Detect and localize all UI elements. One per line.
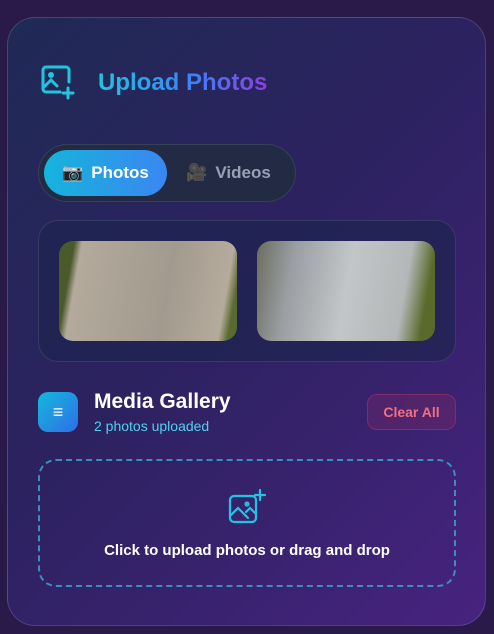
video-camera-icon: 🎥 — [186, 163, 208, 182]
clear-all-button[interactable]: Clear All — [367, 394, 456, 430]
media-tabs: 📷 Photos 🎥 Videos — [38, 144, 296, 202]
upload-card: Upload Photos 📷 Photos 🎥 Videos ≡ Media Ga… — [7, 17, 486, 626]
tab-videos[interactable]: 🎥 Videos — [167, 150, 290, 196]
photo-preview-area — [38, 220, 456, 362]
image-plus-icon — [41, 65, 75, 100]
photo-thumbnail[interactable] — [257, 241, 435, 341]
tab-photos[interactable]: 📷 Photos — [44, 150, 167, 196]
photo-thumbnail[interactable] — [59, 241, 237, 341]
header: Upload Photos — [40, 64, 267, 102]
camera-icon: 📷 — [62, 163, 84, 182]
dropzone-text: Click to upload photos or drag and drop — [104, 541, 390, 559]
upload-dropzone[interactable]: Click to upload photos or drag and drop — [38, 459, 456, 587]
image-plus-icon — [228, 488, 267, 523]
tab-label: Photos — [91, 163, 149, 182]
menu-icon: ≡ — [38, 392, 78, 432]
photo-count: 2 photos uploaded — [94, 418, 210, 434]
page-title: Upload Photos — [98, 69, 268, 96]
gallery-title: Media Gallery — [94, 390, 231, 413]
gallery-header: ≡ Media Gallery 2 photos uploaded Clear … — [38, 390, 456, 434]
tab-label: Videos — [215, 163, 271, 182]
